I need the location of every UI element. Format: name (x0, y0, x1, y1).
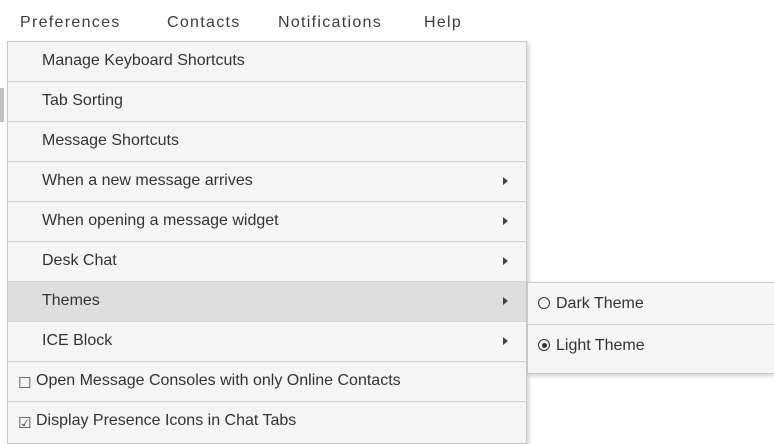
submenu-item-dark-theme[interactable]: Dark Theme (528, 283, 774, 325)
menu-item-label: Open Message Consoles with only Online C… (36, 372, 401, 389)
menu-item-tab-sorting[interactable]: Tab Sorting (8, 82, 526, 122)
menu-item-label: Manage Keyboard Shortcuts (42, 52, 245, 69)
checkbox-checked-icon[interactable]: ☑ (18, 414, 31, 432)
menu-item-ice-block[interactable]: ICE Block (8, 322, 526, 362)
menu-item-label: Desk Chat (42, 252, 117, 269)
menu-item-new-message-arrives[interactable]: When a new message arrives (8, 162, 526, 202)
themes-submenu: Dark Theme Light Theme (527, 282, 774, 374)
menu-item-opening-message-widget[interactable]: When opening a message widget (8, 202, 526, 242)
preferences-dropdown: Manage Keyboard Shortcuts Tab Sorting Me… (7, 41, 527, 444)
submenu-item-light-theme[interactable]: Light Theme (528, 325, 774, 367)
menu-item-desk-chat[interactable]: Desk Chat (8, 242, 526, 282)
submenu-item-label: Light Theme (556, 337, 645, 354)
menu-item-manage-keyboard-shortcuts[interactable]: Manage Keyboard Shortcuts (8, 42, 526, 82)
submenu-arrow-icon (503, 217, 508, 225)
background-window-edge (0, 88, 4, 122)
menu-preferences[interactable]: Preferences (20, 14, 121, 32)
menu-item-label: Display Presence Icons in Chat Tabs (36, 412, 297, 429)
menu-item-label: When opening a message widget (42, 212, 279, 229)
submenu-item-label: Dark Theme (556, 295, 644, 312)
menu-notifications[interactable]: Notifications (278, 14, 382, 32)
menu-item-message-shortcuts[interactable]: Message Shortcuts (8, 122, 526, 162)
menu-item-open-consoles-online-only[interactable]: ☐ Open Message Consoles with only Online… (8, 362, 526, 402)
menu-bar: Preferences Contacts Notifications Help (0, 0, 774, 38)
radio-selected-icon[interactable] (538, 339, 550, 351)
menu-item-label: Tab Sorting (42, 92, 123, 109)
menu-item-display-presence-icons[interactable]: ☑ Display Presence Icons in Chat Tabs (8, 402, 526, 442)
submenu-arrow-icon (503, 177, 508, 185)
menu-contacts[interactable]: Contacts (167, 14, 241, 32)
menu-item-label: Themes (42, 292, 100, 309)
menu-item-themes[interactable]: Themes (8, 282, 526, 322)
submenu-arrow-icon (503, 337, 508, 345)
menu-item-label: ICE Block (42, 332, 113, 349)
submenu-arrow-icon (503, 257, 508, 265)
radio-unselected-icon[interactable] (538, 297, 550, 309)
menu-item-label: Message Shortcuts (42, 132, 179, 149)
menu-item-label: When a new message arrives (42, 172, 253, 189)
menu-help[interactable]: Help (424, 14, 462, 32)
submenu-arrow-icon (503, 297, 508, 305)
checkbox-unchecked-icon[interactable]: ☐ (18, 374, 31, 392)
